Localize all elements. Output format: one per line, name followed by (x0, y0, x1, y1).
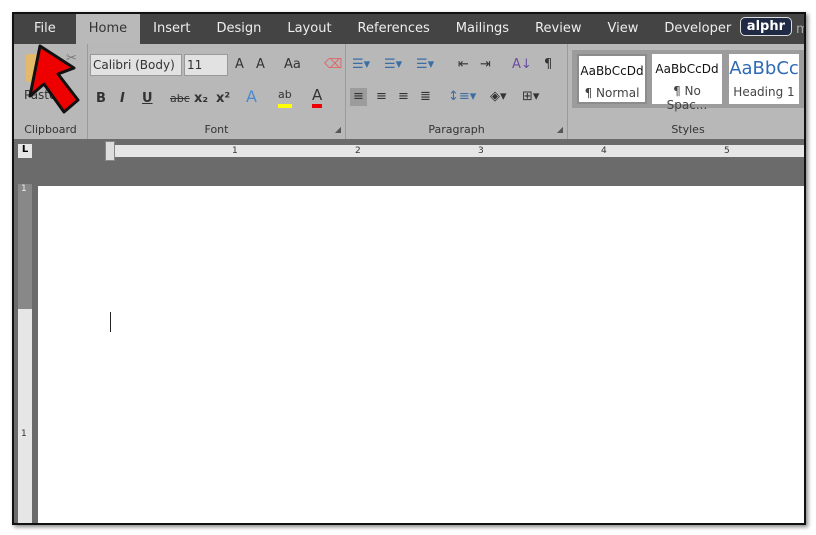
style-name: Heading 1 (733, 85, 795, 99)
vertical-ruler[interactable]: 1 1 (18, 184, 32, 523)
font-size-dropdown[interactable]: 11 (184, 54, 228, 76)
justify-icon[interactable]: ≣ (420, 88, 431, 106)
red-arrow-annotation-icon (28, 44, 80, 114)
text-effects-button[interactable]: A (246, 88, 257, 106)
tab-developer[interactable]: Developer (651, 14, 744, 44)
style-preview: AaBbCcDd (655, 62, 719, 76)
underline-button[interactable]: U (142, 90, 153, 108)
alphr-watermark: alphr (739, 17, 792, 36)
align-left-icon[interactable]: ≡ (350, 88, 367, 106)
ruler-bar (110, 145, 804, 157)
show-marks-icon[interactable]: ¶ (544, 56, 552, 74)
borders-icon[interactable]: ⊞▾ (522, 88, 539, 106)
line-spacing-icon[interactable]: ↕≡▾ (448, 88, 476, 106)
font-color-button[interactable]: A (312, 86, 323, 108)
clipboard-label: Clipboard (24, 123, 77, 136)
clear-formatting-icon[interactable]: ⌫ (324, 56, 342, 74)
ruler-number: 5 (724, 146, 730, 156)
tab-mailings[interactable]: Mailings (443, 14, 522, 44)
decrease-indent-icon[interactable]: ⇤ (458, 56, 469, 74)
tab-selector[interactable]: L (18, 144, 32, 158)
styles-label: Styles (671, 123, 705, 136)
vertical-ruler-margin (18, 184, 32, 309)
text-cursor (110, 312, 111, 332)
align-center-icon[interactable]: ≡ (376, 88, 387, 106)
multilevel-list-icon[interactable]: ☰▾ (416, 56, 434, 74)
change-case-button[interactable]: Aa (284, 56, 301, 74)
font-label: Font (204, 123, 229, 136)
tab-design[interactable]: Design (203, 14, 274, 44)
font-name-dropdown[interactable]: Calibri (Body) (90, 54, 182, 76)
bold-button[interactable]: B (96, 90, 106, 108)
font-group: Calibri (Body) 11 A A Aa ⌫ B I U abc x₂ … (88, 44, 346, 139)
styles-group: AaBbCcDd ¶ Normal AaBbCcDd ¶ No Spac... Aa… (568, 44, 804, 139)
style-heading-1[interactable]: AaBbCc Heading 1 (729, 54, 799, 104)
ruler-number: 2 (355, 146, 361, 156)
ruler-number: 1 (21, 429, 27, 439)
style-normal[interactable]: AaBbCcDd ¶ Normal (577, 54, 647, 104)
increase-indent-icon[interactable]: ⇥ (480, 56, 491, 74)
ribbon: Paste ✂ Clipboard Calibri (Body) 11 A A … (14, 44, 804, 139)
indent-marker-icon[interactable] (105, 141, 115, 161)
paragraph-label: Paragraph (428, 123, 485, 136)
tab-review[interactable]: Review (522, 14, 594, 44)
style-preview: AaBbCcDd (580, 64, 644, 78)
tab-references[interactable]: References (345, 14, 443, 44)
document-page[interactable] (38, 186, 804, 523)
horizontal-ruler[interactable]: L 1 2 3 4 5 (14, 139, 804, 162)
highlight-button[interactable]: ab (278, 86, 292, 108)
grow-font-icon[interactable]: A (235, 56, 244, 74)
ruler-number: 1 (21, 184, 27, 194)
shrink-font-icon[interactable]: A (256, 56, 265, 74)
tab-view[interactable]: View (594, 14, 651, 44)
paragraph-group: ☰▾ ☰▾ ☰▾ ⇤ ⇥ A↓ ¶ ≡ ≡ ≡ ≣ ↕≡▾ ◈▾ ⊞▾ Para… (346, 44, 568, 139)
ribbon-tabs: File Home Insert Design Layout Reference… (14, 14, 804, 44)
tab-layout[interactable]: Layout (274, 14, 344, 44)
style-name: ¶ Normal (584, 86, 640, 100)
style-preview: AaBbCc (729, 58, 799, 79)
ruler-number: 1 (232, 146, 238, 156)
paragraph-dialog-launcher-icon[interactable]: ◢ (557, 125, 563, 134)
ruler-number: 4 (601, 146, 607, 156)
italic-button[interactable]: I (120, 90, 125, 108)
sort-icon[interactable]: A↓ (512, 56, 532, 74)
subscript-button[interactable]: x₂ (194, 90, 208, 108)
shading-icon[interactable]: ◈▾ (490, 88, 507, 106)
tab-insert[interactable]: Insert (140, 14, 203, 44)
style-no-spacing[interactable]: AaBbCcDd ¶ No Spac... (652, 54, 722, 112)
bullets-icon[interactable]: ☰▾ (352, 56, 370, 74)
strikethrough-button[interactable]: abc (170, 90, 190, 108)
numbering-icon[interactable]: ☰▾ (384, 56, 402, 74)
align-right-icon[interactable]: ≡ (398, 88, 409, 106)
superscript-button[interactable]: x² (216, 90, 230, 108)
font-dialog-launcher-icon[interactable]: ◢ (335, 125, 341, 134)
word-window: File Home Insert Design Layout Reference… (12, 12, 806, 525)
style-name: ¶ No Spac... (666, 84, 708, 112)
ruler-number: 3 (478, 146, 484, 156)
